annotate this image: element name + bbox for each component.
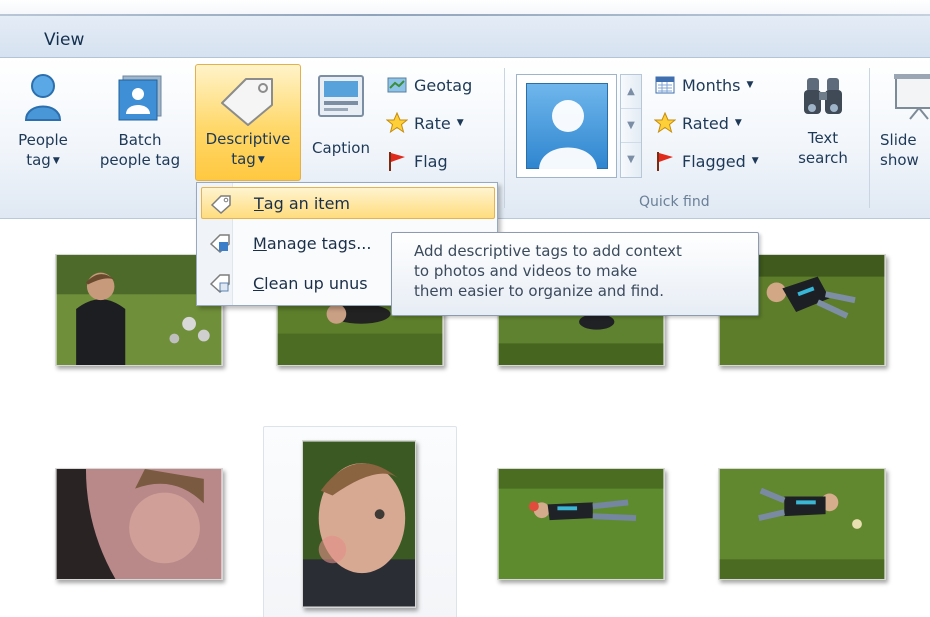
slide-show-button[interactable]: Slide show [878, 72, 930, 170]
chevron-down-icon: ▼ [456, 118, 464, 128]
rated-label: Rated [682, 113, 729, 133]
caption-icon [318, 75, 364, 117]
window-top-edge [0, 0, 930, 16]
rated-button[interactable]: Rated ▼ [654, 110, 742, 136]
ribbon-separator [504, 68, 505, 208]
projector-screen-icon [894, 74, 930, 120]
batch-people-tag-label-2: people tag [99, 151, 181, 169]
caption-button[interactable]: Caption [304, 72, 378, 158]
menu-item-manage-tags-accel: M [253, 233, 267, 253]
descriptive-tag-button[interactable]: Descriptive tag ▼ [195, 64, 301, 181]
rate-button[interactable]: Rate ▼ [386, 110, 464, 136]
gallery-more-icon[interactable]: ▼ [621, 143, 641, 177]
photo-thumbnail[interactable] [497, 468, 665, 580]
people-tag-label-2: tag [26, 151, 51, 169]
gallery-up-icon[interactable]: ▲ [621, 75, 641, 109]
descriptive-tag-label-1: Descriptive [205, 130, 291, 148]
slide-show-label-1: Slide [880, 131, 917, 149]
menu-item-tag-an-item-accel: T [254, 193, 264, 213]
months-button[interactable]: Months ▼ [654, 72, 753, 98]
chevron-down-icon: ▼ [52, 156, 60, 166]
chevron-down-icon: ▼ [257, 155, 265, 165]
people-tag-label-1: People [18, 131, 68, 149]
menu-item-manage-tags-label: anage tags... [266, 233, 372, 253]
ribbon-tab-bar: View [0, 16, 930, 58]
calendar-icon [655, 76, 675, 94]
flag-label: Flag [414, 151, 448, 171]
menu-item-tag-an-item[interactable]: Tag an item [201, 187, 495, 219]
tooltip-line-2: to photos and videos to make [414, 262, 638, 280]
descriptive-tag-tooltip: Add descriptive tags to add context to p… [391, 232, 759, 316]
tooltip-line-3: them easier to organize and find. [414, 282, 664, 300]
menu-item-tag-an-item-label: ag an item [263, 193, 351, 213]
star-icon [654, 112, 676, 134]
flag-icon [389, 152, 405, 171]
gallery-scroll[interactable]: ▲ ▼ ▼ [620, 74, 642, 178]
chevron-down-icon: ▼ [734, 118, 742, 128]
gallery-down-icon[interactable]: ▼ [621, 109, 641, 143]
flagged-label: Flagged [682, 151, 746, 171]
tooltip-line-1: Add descriptive tags to add context [414, 242, 682, 260]
rate-label: Rate [414, 113, 451, 133]
quick-find-group-label: Quick find [639, 194, 710, 210]
person-icon [24, 74, 62, 121]
slide-show-label-2: show [880, 151, 919, 169]
geotag-label: Geotag [414, 75, 473, 95]
photo-thumbnail[interactable] [55, 468, 223, 580]
menu-item-clean-up-tags-label: lean up unus [264, 273, 368, 293]
months-label: Months [682, 75, 741, 95]
chevron-down-icon: ▼ [746, 80, 754, 90]
batch-people-tag-label-1: Batch [118, 131, 162, 149]
tag-icon [221, 78, 273, 126]
batch-people-tag-button[interactable]: Batch people tag [88, 72, 192, 170]
tag-icon [210, 195, 231, 215]
tab-view[interactable]: View [28, 26, 110, 59]
geotag-button[interactable]: Geotag [386, 72, 472, 98]
text-search-label-2: search [798, 149, 848, 167]
person-silhouette-icon [526, 83, 608, 170]
manage-tags-icon [209, 234, 230, 254]
descriptive-tag-label-2: tag [231, 150, 256, 168]
text-search-label-1: Text [807, 129, 839, 147]
quick-find-gallery-tile[interactable] [516, 74, 617, 178]
text-search-button[interactable]: Text search [790, 74, 856, 168]
ribbon-separator [869, 68, 870, 208]
menu-item-clean-up-tags-accel: C [253, 273, 265, 293]
photo-thumbnail[interactable] [718, 468, 886, 580]
caption-label: Caption [312, 139, 370, 157]
flagged-button[interactable]: Flagged ▼ [654, 148, 759, 174]
binoculars-icon [804, 78, 842, 114]
flag-button[interactable]: Flag [386, 148, 448, 174]
star-icon [386, 112, 408, 134]
people-tag-button[interactable]: People tag ▼ [0, 72, 86, 171]
map-icon [387, 77, 407, 93]
photo-thumbnail[interactable] [302, 440, 416, 608]
batch-person-icon [118, 75, 162, 121]
flag-icon [657, 152, 673, 171]
chevron-down-icon: ▼ [751, 156, 759, 166]
clean-up-tags-icon [209, 274, 230, 294]
